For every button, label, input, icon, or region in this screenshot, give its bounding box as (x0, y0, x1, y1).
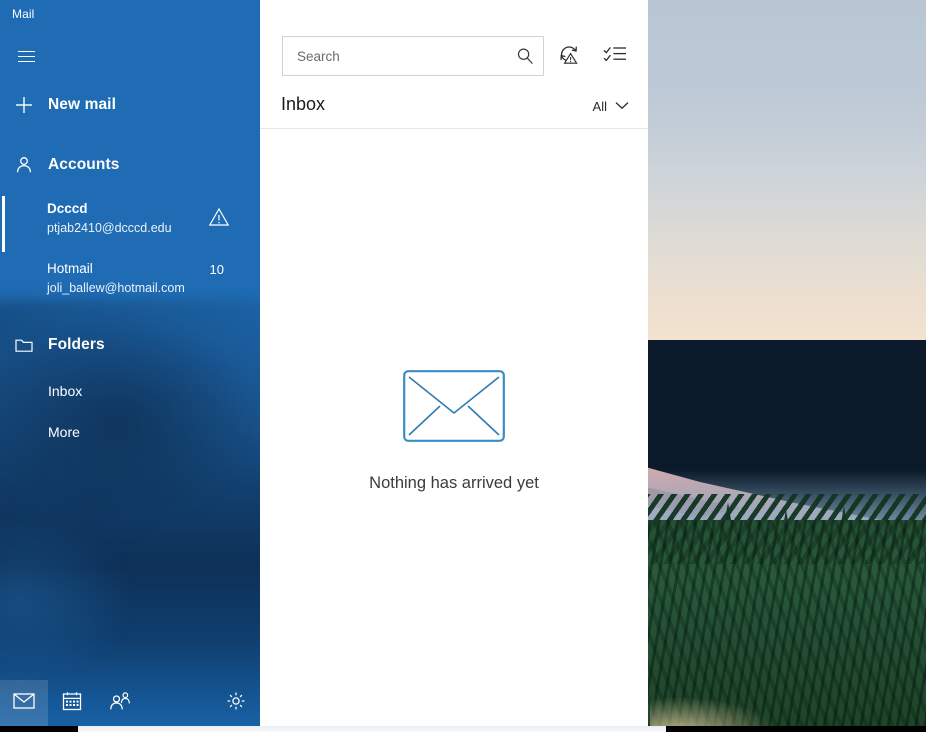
account-item-dcccd[interactable]: Dcccd ptjab2410@dcccd.edu (0, 196, 260, 252)
hamburger-menu-button[interactable] (4, 38, 48, 74)
people-icon (109, 691, 131, 716)
account-address: ptjab2410@dcccd.edu (47, 221, 172, 235)
selection-mode-icon (603, 44, 627, 69)
sync-error-button[interactable] (552, 40, 586, 72)
settings-button[interactable] (212, 680, 260, 726)
warning-icon[interactable] (208, 206, 230, 228)
person-icon (0, 156, 48, 174)
folder-item-inbox[interactable]: Inbox (0, 376, 260, 406)
chevron-down-icon (615, 97, 629, 115)
new-mail-button[interactable]: New mail (0, 88, 260, 122)
sync-error-icon (557, 42, 581, 71)
app-title: Mail (12, 7, 35, 21)
empty-state-message: Nothing has arrived yet (369, 474, 539, 492)
plus-icon (0, 96, 48, 114)
folder-label: More (48, 424, 80, 440)
screen: Mail New mail Accounts Dcccd ptjab2410@d… (0, 0, 926, 732)
folder-label: Inbox (48, 383, 83, 399)
new-mail-label: New mail (48, 96, 116, 113)
page-title: Inbox (281, 94, 326, 114)
search-icon[interactable] (507, 47, 543, 65)
filter-dropdown[interactable]: All (593, 97, 629, 115)
navigation-pane: Mail New mail Accounts Dcccd ptjab2410@d… (0, 0, 260, 726)
mail-window: Mail New mail Accounts Dcccd ptjab2410@d… (0, 0, 648, 726)
account-name: Hotmail (47, 261, 93, 276)
people-app-button[interactable] (96, 680, 144, 726)
folder-item-more[interactable]: More (0, 417, 260, 447)
account-address: joli_ballew@hotmail.com (47, 281, 185, 295)
mail-app-button[interactable] (0, 680, 48, 726)
accounts-label: Accounts (48, 156, 120, 173)
folders-section-header[interactable]: Folders (0, 328, 260, 362)
window-bottom-edge-left (0, 726, 78, 732)
hamburger-icon (17, 47, 35, 66)
nav-bottom-bar (0, 680, 260, 726)
search-input[interactable] (295, 47, 507, 65)
calendar-app-button[interactable] (48, 680, 96, 726)
selected-indicator (2, 196, 5, 252)
unread-count-badge: 10 (209, 262, 224, 277)
window-bottom-shadow (78, 726, 666, 732)
folders-label: Folders (48, 336, 105, 353)
filter-label: All (592, 98, 607, 114)
account-item-hotmail[interactable]: Hotmail joli_ballew@hotmail.com 10 (0, 256, 260, 312)
selection-mode-button[interactable] (598, 40, 632, 72)
accounts-section-header[interactable]: Accounts (0, 148, 260, 182)
account-name: Dcccd (47, 201, 88, 216)
folder-icon (0, 337, 48, 353)
empty-state: Nothing has arrived yet (260, 128, 648, 726)
search-box[interactable] (282, 36, 544, 76)
window-bottom-edge-right (666, 726, 926, 732)
settings-gear-icon (226, 691, 246, 716)
mail-icon (13, 692, 35, 714)
message-list-pane: Inbox All (260, 0, 648, 726)
calendar-icon (62, 691, 82, 716)
envelope-icon (403, 370, 505, 442)
list-header: Inbox All (260, 86, 648, 129)
